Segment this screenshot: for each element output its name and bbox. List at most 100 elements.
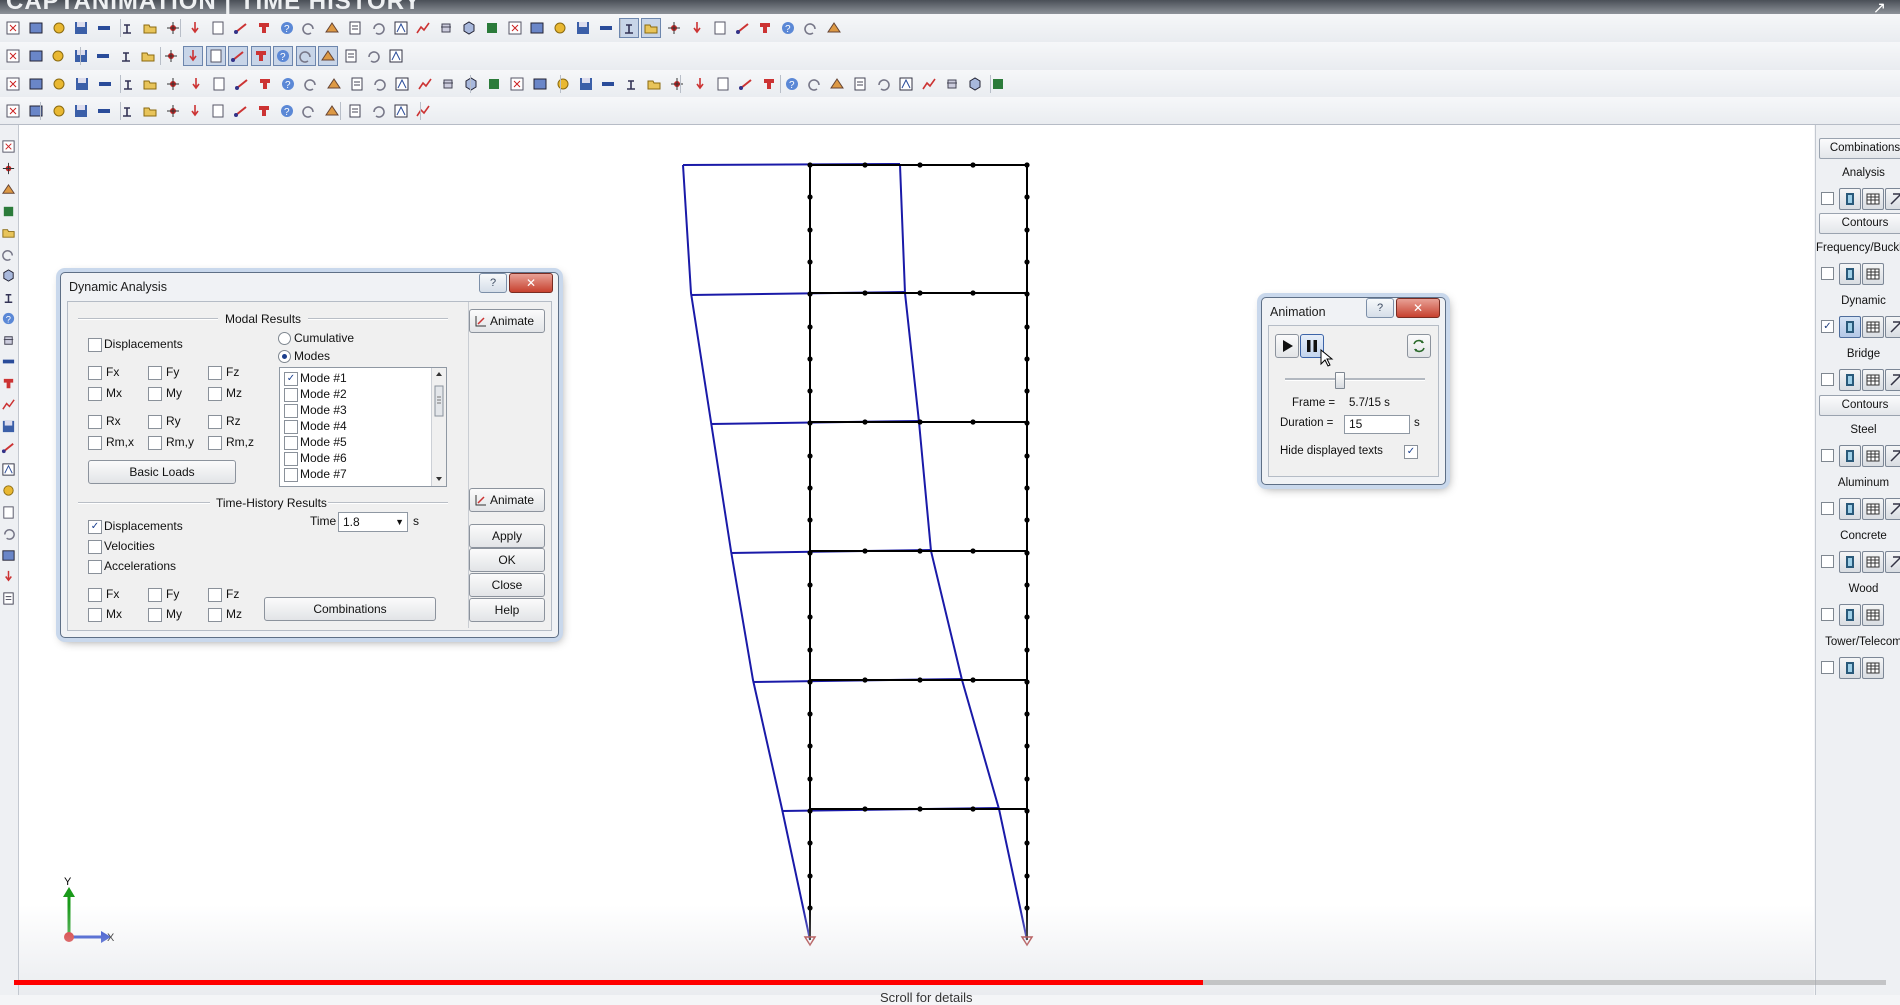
undo-icon[interactable] bbox=[117, 47, 135, 65]
save-icon[interactable] bbox=[50, 19, 68, 37]
slider-thumb[interactable] bbox=[1335, 372, 1346, 389]
member-icon[interactable] bbox=[210, 75, 228, 93]
support-icon[interactable] bbox=[369, 19, 387, 37]
support-icon[interactable] bbox=[369, 102, 387, 120]
release-icon[interactable] bbox=[392, 102, 410, 120]
play-button[interactable] bbox=[1275, 334, 1299, 358]
save-icon[interactable] bbox=[50, 102, 68, 120]
open-icon[interactable] bbox=[27, 102, 45, 120]
frame-slider[interactable] bbox=[1285, 372, 1425, 389]
results-icon[interactable] bbox=[439, 75, 457, 93]
report-icon[interactable] bbox=[485, 75, 503, 93]
analysis-icon[interactable] bbox=[414, 19, 432, 37]
view-icon[interactable]: ? bbox=[278, 102, 296, 120]
release-icon[interactable] bbox=[393, 75, 411, 93]
basic-loads-button[interactable]: Basic Loads bbox=[88, 460, 236, 484]
member-icon[interactable] bbox=[734, 19, 752, 37]
render-icon[interactable] bbox=[295, 46, 316, 66]
contours-button-2[interactable]: Contours bbox=[1819, 395, 1900, 416]
analysis-icon[interactable] bbox=[943, 75, 961, 93]
modal-ry-checkbox[interactable] bbox=[148, 415, 162, 429]
wood-table-icon[interactable] bbox=[1862, 604, 1884, 626]
wood-view-icon[interactable] bbox=[1839, 604, 1861, 626]
th-displacements-checkbox[interactable]: ✓ bbox=[88, 520, 102, 534]
view-icon[interactable]: ? bbox=[278, 19, 296, 37]
tool-icon[interactable] bbox=[1, 526, 16, 541]
member-icon[interactable] bbox=[209, 19, 227, 37]
modal-rx-checkbox[interactable] bbox=[88, 415, 102, 429]
tool-icon[interactable] bbox=[1, 290, 16, 305]
plate-icon[interactable] bbox=[756, 19, 774, 37]
analysis-table-icon[interactable] bbox=[1862, 188, 1884, 210]
time-select[interactable]: 1.8 ▼ bbox=[338, 512, 408, 532]
help-button[interactable]: Help bbox=[469, 598, 545, 622]
tool-icon[interactable] bbox=[1, 268, 16, 283]
print-icon[interactable] bbox=[618, 18, 639, 38]
open-icon[interactable] bbox=[27, 75, 45, 93]
tool-icon[interactable] bbox=[1, 419, 16, 434]
undo-icon[interactable] bbox=[645, 75, 663, 93]
frequency-table-icon[interactable] bbox=[1862, 263, 1884, 285]
new-icon[interactable] bbox=[528, 19, 546, 37]
save-icon[interactable] bbox=[577, 75, 595, 93]
tower-checkbox[interactable] bbox=[1821, 661, 1834, 674]
analysis-icon[interactable] bbox=[416, 75, 434, 93]
help-icon[interactable] bbox=[506, 19, 524, 37]
mode-5-checkbox[interactable] bbox=[284, 436, 298, 450]
modal-animate-button[interactable]: Animate bbox=[469, 309, 545, 333]
new-icon[interactable] bbox=[4, 75, 22, 93]
tool-icon[interactable] bbox=[1, 505, 16, 520]
tool-icon[interactable] bbox=[1, 139, 16, 154]
apply-button[interactable]: Apply bbox=[469, 524, 545, 548]
analysis-view-icon[interactable] bbox=[1839, 188, 1861, 210]
th-animate-button[interactable]: Animate bbox=[469, 488, 545, 512]
list-item[interactable]: Mode #2 bbox=[284, 386, 424, 402]
node-icon[interactable] bbox=[187, 75, 205, 93]
help-icon[interactable] bbox=[508, 75, 526, 93]
hide-texts-checkbox[interactable]: ✓ bbox=[1404, 445, 1418, 459]
view-icon[interactable]: ? bbox=[279, 75, 297, 93]
th-mx-checkbox[interactable] bbox=[88, 608, 102, 622]
dynamic-checkbox[interactable]: ✓ bbox=[1821, 320, 1834, 333]
tool-icon[interactable]: ? bbox=[1, 311, 16, 326]
load-icon[interactable] bbox=[346, 102, 364, 120]
th-mz-checkbox[interactable] bbox=[208, 608, 222, 622]
tool-icon[interactable] bbox=[1, 591, 16, 606]
list-item[interactable]: Mode #7 bbox=[284, 466, 424, 482]
modes-scrollbar[interactable] bbox=[431, 368, 446, 486]
solid-icon[interactable] bbox=[250, 46, 271, 66]
analysis-report-icon[interactable] bbox=[1885, 188, 1900, 210]
view-icon[interactable] bbox=[802, 19, 820, 37]
member-icon[interactable] bbox=[209, 102, 227, 120]
modal-fz-checkbox[interactable] bbox=[208, 366, 222, 380]
modal-mx-checkbox[interactable] bbox=[88, 387, 102, 401]
close-model-icon[interactable] bbox=[72, 19, 90, 37]
load-icon[interactable] bbox=[342, 47, 360, 65]
th-my-checkbox[interactable] bbox=[148, 608, 162, 622]
concrete-checkbox[interactable] bbox=[1821, 555, 1834, 568]
th-accelerations-checkbox[interactable] bbox=[88, 560, 102, 574]
save-icon[interactable] bbox=[50, 75, 68, 93]
frequency-view-icon[interactable] bbox=[1839, 263, 1861, 285]
solid-icon[interactable]: ? bbox=[779, 19, 797, 37]
redo-icon[interactable] bbox=[139, 47, 157, 65]
aluminum-report-icon[interactable] bbox=[1885, 498, 1900, 520]
support-icon[interactable] bbox=[364, 47, 382, 65]
wood-checkbox[interactable] bbox=[1821, 608, 1834, 621]
node-icon[interactable] bbox=[714, 75, 732, 93]
mode-7-checkbox[interactable] bbox=[284, 468, 298, 482]
tool-icon[interactable] bbox=[1, 225, 16, 240]
section-icon[interactable] bbox=[323, 19, 341, 37]
modal-displacements-checkbox[interactable] bbox=[88, 338, 102, 352]
tool-icon[interactable] bbox=[1, 397, 16, 412]
member-icon[interactable] bbox=[205, 46, 226, 66]
ok-button[interactable]: OK bbox=[469, 548, 545, 572]
tool-icon[interactable] bbox=[1, 440, 16, 455]
th-fy-checkbox[interactable] bbox=[148, 588, 162, 602]
modal-my-checkbox[interactable] bbox=[148, 387, 162, 401]
modal-rmz-checkbox[interactable] bbox=[208, 436, 222, 450]
section-icon[interactable] bbox=[318, 46, 338, 66]
dynamic-report-icon[interactable] bbox=[1885, 316, 1900, 338]
open-icon[interactable] bbox=[27, 19, 45, 37]
tool-icon[interactable] bbox=[1, 548, 16, 563]
